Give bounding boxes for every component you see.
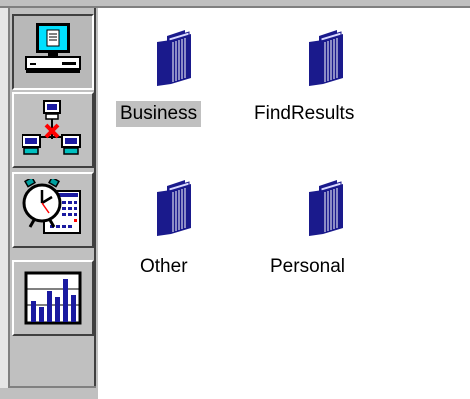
sidebar-button-network[interactable] (12, 92, 94, 168)
folder-label-findresults[interactable]: FindResults (250, 101, 358, 127)
bar-chart-icon (24, 271, 82, 325)
folder-label-business[interactable]: Business (116, 101, 202, 127)
sidebar-left-edge-shadow (8, 8, 10, 399)
folder-label-personal[interactable]: Personal (266, 254, 349, 280)
computer-icon (25, 23, 81, 73)
folder-icon-findresults[interactable] (302, 30, 352, 90)
clock-calendar-icon (22, 179, 81, 234)
sidebar-button-statistics[interactable] (12, 260, 94, 336)
sidebar-left-edge (0, 8, 8, 399)
folder-icon-other[interactable] (150, 180, 200, 240)
sidebar-button-computer[interactable] (12, 14, 94, 90)
network-icon (22, 100, 81, 155)
folder-icon-personal[interactable] (302, 180, 352, 240)
book-stack-icon (157, 180, 191, 236)
sidebar-button-scheduler[interactable] (12, 172, 94, 248)
book-stack-icon (309, 180, 343, 236)
book-stack-icon (157, 30, 191, 86)
book-stack-icon (309, 30, 343, 86)
sidebar-bottom-strip (0, 388, 96, 399)
folder-icon-business[interactable] (150, 30, 200, 90)
folder-label-other[interactable]: Other (136, 254, 192, 280)
